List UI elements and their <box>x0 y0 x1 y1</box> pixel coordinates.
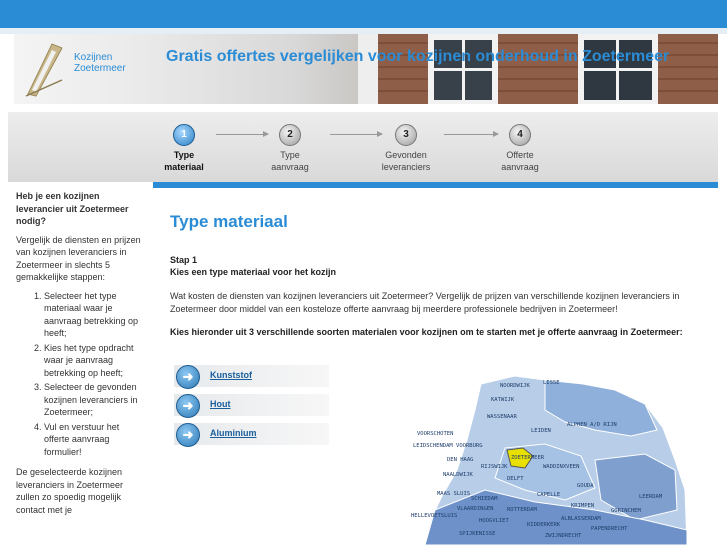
option-aluminium[interactable]: ➜ Aluminium <box>174 423 329 447</box>
main-title: Type materiaal <box>170 212 288 231</box>
map-label-naaldwijk: NAALDWIJK <box>443 472 473 478</box>
sidebar-outro: De geselecteerde kozijnen leveranciers i… <box>16 467 124 515</box>
step-3-label-line1: Gevonden <box>385 150 427 160</box>
page-heading: Gratis offertes vergelijken voor kozijne… <box>166 48 670 65</box>
map-label-leidschendam: LEIDSCHENDAM VOORBURG <box>413 443 483 449</box>
map-label-alphen: ALPHEN A/D RIJN <box>567 422 617 428</box>
map-label-den-haag: DEN HAAG <box>447 457 474 463</box>
main-instruction: Kies hieronder uit 3 verschillende soort… <box>170 327 683 337</box>
map-label-zwijndrecht: ZWIJNDRECHT <box>545 533 582 539</box>
map-label-katwijk: KATWIJK <box>491 397 515 403</box>
header-banner: Kozijnen Zoetermeer Gratis offertes verg… <box>14 34 718 104</box>
sidebar-step-item: Kies het type opdracht waar je aanvraag … <box>44 342 146 380</box>
arrow-right-icon[interactable]: ➜ <box>176 394 200 418</box>
logo-icon[interactable] <box>22 40 66 98</box>
map-label-krimpen: KRIMPEN <box>571 503 594 509</box>
map-label-maassluis: MAAS SLUIS <box>437 491 470 497</box>
step-2-number: 2 <box>279 124 301 146</box>
step-1-label-line1: Type <box>173 150 195 160</box>
map-label-capelle: CAPELLE <box>537 492 560 498</box>
option-link-aluminium[interactable]: Aluminium <box>210 428 257 438</box>
sidebar-steps-list: Selecteer het type materiaal waar je aan… <box>16 290 146 459</box>
map-label-alblasserdam: ALBLASSERDAM <box>561 516 601 522</box>
arrow-right-icon[interactable]: ➜ <box>176 423 200 447</box>
step-1-label-line2: materiaal <box>164 162 204 172</box>
step-title-label: Kies een type materiaal voor het kozijn <box>170 267 337 277</box>
step-3: 3 Gevonden leveranciers <box>366 124 446 173</box>
sidebar: Heb je een kozijnen leverancier uit Zoet… <box>16 190 146 522</box>
step-1: 1 Type materiaal <box>144 124 224 173</box>
step-4-label-line1: Offerte <box>506 150 534 160</box>
sidebar-step-item: Vul en verstuur het offerte aanvraag for… <box>44 421 146 459</box>
top-bar <box>0 0 727 28</box>
step-progress: 1 Type materiaal 2 Type aanvraag 3 Gevon… <box>8 112 718 182</box>
material-options: ➜ Kunststof ➜ Hout ➜ Aluminium <box>174 365 329 452</box>
step-number-label: Stap 1 <box>170 255 198 265</box>
content-top-rule <box>153 182 718 188</box>
option-hout[interactable]: ➜ Hout <box>174 394 329 418</box>
step-1-number: 1 <box>173 124 195 146</box>
map-label-rotterdam: ROTTERDAM <box>507 507 537 513</box>
map-label-delft: DELFT <box>507 476 524 482</box>
main-content: Type materiaal Stap 1 Kies een type mate… <box>170 212 715 338</box>
map-label-lisse: LISSE <box>543 380 560 386</box>
option-kunststof[interactable]: ➜ Kunststof <box>174 365 329 389</box>
arrow-right-icon[interactable]: ➜ <box>176 365 200 389</box>
map-label-gorinchem: GORINCHEM <box>611 508 641 514</box>
step-4: 4 Offerte aanvraag <box>480 124 560 173</box>
map-label-papendrecht: PAPENDRECHT <box>591 526 628 532</box>
logo-line-1: Kozijnen <box>74 52 113 63</box>
map-label-ridderkerk: RIDDERKERK <box>527 522 561 528</box>
step-2-label-line2: aanvraag <box>271 162 309 172</box>
main-body-text: Wat kosten de diensten van kozijnen leve… <box>170 291 680 314</box>
map-label-hoogvliet: HOOGVLIET <box>479 518 509 524</box>
step-4-number: 4 <box>509 124 531 146</box>
map-label-spijkenisse: SPIJKENISSE <box>459 531 495 537</box>
map-label-vlaardingen: VLAARDINGEN <box>457 506 493 512</box>
map-label-zoetermeer: ZOETERMEER <box>511 455 545 461</box>
logo-text[interactable]: Kozijnen Zoetermeer <box>74 52 126 74</box>
map-label-hellevoetsluis: HELLEVOETSLUIS <box>411 513 457 519</box>
map-label-waddinxveen: WADDINXVEEN <box>543 464 579 470</box>
map-label-rijswijk: RIJSWIJK <box>481 464 508 470</box>
map-label-noordwijk: NOORDWIJK <box>500 383 530 389</box>
region-map: NOORDWIJK LISSE KATWIJK WASSENAAR LEIDEN… <box>411 375 687 545</box>
map-label-wassenaar: WASSENAAR <box>487 414 517 420</box>
map-label-gouda: GOUDA <box>577 483 594 489</box>
step-2-label-line1: Type <box>280 150 300 160</box>
sidebar-step-item: Selecteer het type materiaal waar je aan… <box>44 290 146 340</box>
step-4-label-line2: aanvraag <box>501 162 539 172</box>
sidebar-step-item: Selecteer de gevonden kozijnen leveranci… <box>44 381 146 419</box>
logo-line-2: Zoetermeer <box>74 63 126 74</box>
option-link-hout[interactable]: Hout <box>210 399 231 409</box>
step-2: 2 Type aanvraag <box>250 124 330 173</box>
map-label-voorschoten: VOORSCHOTEN <box>417 431 453 437</box>
option-link-kunststof[interactable]: Kunststof <box>210 370 252 380</box>
step-3-label-line2: leveranciers <box>381 162 431 172</box>
map-label-schiedam: SCHIEDAM <box>471 496 498 502</box>
sidebar-heading: Heb je een kozijnen leverancier uit Zoet… <box>16 191 129 226</box>
map-label-leiden: LEIDEN <box>531 428 551 434</box>
sidebar-intro: Vergelijk de diensten en prijzen van koz… <box>16 234 141 283</box>
house-photo <box>358 34 718 104</box>
step-3-number: 3 <box>395 124 417 146</box>
map-label-leerdam: LEERDAM <box>639 494 663 500</box>
